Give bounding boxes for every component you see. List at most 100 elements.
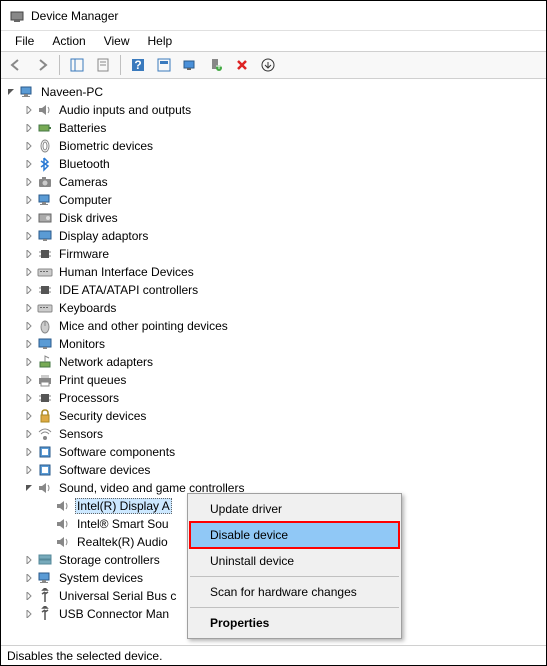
- expand-arrow[interactable]: [23, 140, 35, 152]
- expand-arrow[interactable]: [23, 266, 35, 278]
- device-icon: [37, 354, 53, 370]
- expand-arrow[interactable]: [23, 176, 35, 188]
- menu-scan-hardware[interactable]: Scan for hardware changes: [190, 579, 399, 605]
- expand-arrow[interactable]: [23, 158, 35, 170]
- help-button[interactable]: ?: [127, 54, 149, 76]
- tree-category[interactable]: Batteries: [1, 119, 546, 137]
- expand-arrow[interactable]: [23, 572, 35, 584]
- device-label: Processors: [57, 391, 121, 405]
- tree-category[interactable]: Disk drives: [1, 209, 546, 227]
- expand-arrow[interactable]: [23, 482, 35, 494]
- expand-arrow[interactable]: [41, 536, 53, 548]
- device-icon: [37, 570, 53, 586]
- device-label: Universal Serial Bus c: [57, 589, 178, 603]
- expand-arrow[interactable]: [23, 428, 35, 440]
- expand-arrow[interactable]: [23, 248, 35, 260]
- device-label: Biometric devices: [57, 139, 155, 153]
- device-icon: [37, 174, 53, 190]
- action-button[interactable]: [153, 54, 175, 76]
- tree-category[interactable]: Security devices: [1, 407, 546, 425]
- expand-arrow[interactable]: [23, 302, 35, 314]
- tree-category[interactable]: Monitors: [1, 335, 546, 353]
- device-icon: [37, 120, 53, 136]
- device-icon: [37, 102, 53, 118]
- menu-view[interactable]: View: [96, 32, 138, 50]
- forward-button[interactable]: [31, 54, 53, 76]
- tree-category[interactable]: Human Interface Devices: [1, 263, 546, 281]
- expand-arrow[interactable]: [23, 338, 35, 350]
- device-label: Audio inputs and outputs: [57, 103, 193, 117]
- show-hide-button[interactable]: [66, 54, 88, 76]
- tree-category[interactable]: Print queues: [1, 371, 546, 389]
- expand-arrow[interactable]: [23, 104, 35, 116]
- device-icon: [37, 156, 53, 172]
- properties-button[interactable]: [92, 54, 114, 76]
- expand-arrow[interactable]: [23, 356, 35, 368]
- expand-arrow[interactable]: [41, 500, 53, 512]
- down-button[interactable]: [257, 54, 279, 76]
- device-label: Bluetooth: [57, 157, 112, 171]
- tree-category[interactable]: Sensors: [1, 425, 546, 443]
- statusbar: Disables the selected device.: [1, 645, 546, 665]
- device-icon: [55, 534, 71, 550]
- tree-category[interactable]: Audio inputs and outputs: [1, 101, 546, 119]
- expand-arrow[interactable]: [23, 230, 35, 242]
- device-label: IDE ATA/ATAPI controllers: [57, 283, 200, 297]
- expand-arrow[interactable]: [5, 86, 17, 98]
- device-label: Monitors: [57, 337, 107, 351]
- menu-update-driver[interactable]: Update driver: [190, 496, 399, 522]
- expand-arrow[interactable]: [23, 554, 35, 566]
- back-button[interactable]: [5, 54, 27, 76]
- device-label: Storage controllers: [57, 553, 162, 567]
- tree-category[interactable]: Mice and other pointing devices: [1, 317, 546, 335]
- device-icon: [37, 462, 53, 478]
- menu-help[interactable]: Help: [140, 32, 181, 50]
- device-icon: [37, 588, 53, 604]
- device-icon: [55, 516, 71, 532]
- tree-category[interactable]: IDE ATA/ATAPI controllers: [1, 281, 546, 299]
- delete-button[interactable]: [231, 54, 253, 76]
- device-label: Print queues: [57, 373, 128, 387]
- menu-disable-device[interactable]: Disable device: [190, 522, 399, 548]
- menu-action[interactable]: Action: [44, 32, 93, 50]
- add-button[interactable]: +: [205, 54, 227, 76]
- tree-category[interactable]: Processors: [1, 389, 546, 407]
- tree-root[interactable]: Naveen-PC: [1, 83, 546, 101]
- tree-category[interactable]: Software components: [1, 443, 546, 461]
- device-icon: [37, 426, 53, 442]
- expand-arrow[interactable]: [23, 374, 35, 386]
- device-label: Batteries: [57, 121, 108, 135]
- tree-category[interactable]: Cameras: [1, 173, 546, 191]
- tree-category[interactable]: Keyboards: [1, 299, 546, 317]
- expand-arrow[interactable]: [23, 212, 35, 224]
- expand-arrow[interactable]: [41, 518, 53, 530]
- menu-properties[interactable]: Properties: [190, 610, 399, 636]
- tree-category[interactable]: Software devices: [1, 461, 546, 479]
- expand-arrow[interactable]: [23, 446, 35, 458]
- expand-arrow[interactable]: [23, 608, 35, 620]
- device-tree[interactable]: Naveen-PC Audio inputs and outputs Batteri…: [1, 79, 546, 645]
- device-icon: [37, 300, 53, 316]
- tree-category[interactable]: Display adaptors: [1, 227, 546, 245]
- tree-category[interactable]: Firmware: [1, 245, 546, 263]
- expand-arrow[interactable]: [23, 284, 35, 296]
- expand-arrow[interactable]: [23, 194, 35, 206]
- menubar: File Action View Help: [1, 31, 546, 51]
- tree-category[interactable]: Computer: [1, 191, 546, 209]
- expand-arrow[interactable]: [23, 590, 35, 602]
- expand-arrow[interactable]: [23, 410, 35, 422]
- toolbar-separator: [120, 55, 121, 75]
- menu-file[interactable]: File: [7, 32, 42, 50]
- tree-category[interactable]: Network adapters: [1, 353, 546, 371]
- expand-arrow[interactable]: [23, 392, 35, 404]
- device-icon: [37, 246, 53, 262]
- device-label: Computer: [57, 193, 114, 207]
- expand-arrow[interactable]: [23, 464, 35, 476]
- expand-arrow[interactable]: [23, 320, 35, 332]
- device-icon: [37, 318, 53, 334]
- tree-category[interactable]: Biometric devices: [1, 137, 546, 155]
- menu-uninstall-device[interactable]: Uninstall device: [190, 548, 399, 574]
- scan-button[interactable]: [179, 54, 201, 76]
- expand-arrow[interactable]: [23, 122, 35, 134]
- tree-category[interactable]: Bluetooth: [1, 155, 546, 173]
